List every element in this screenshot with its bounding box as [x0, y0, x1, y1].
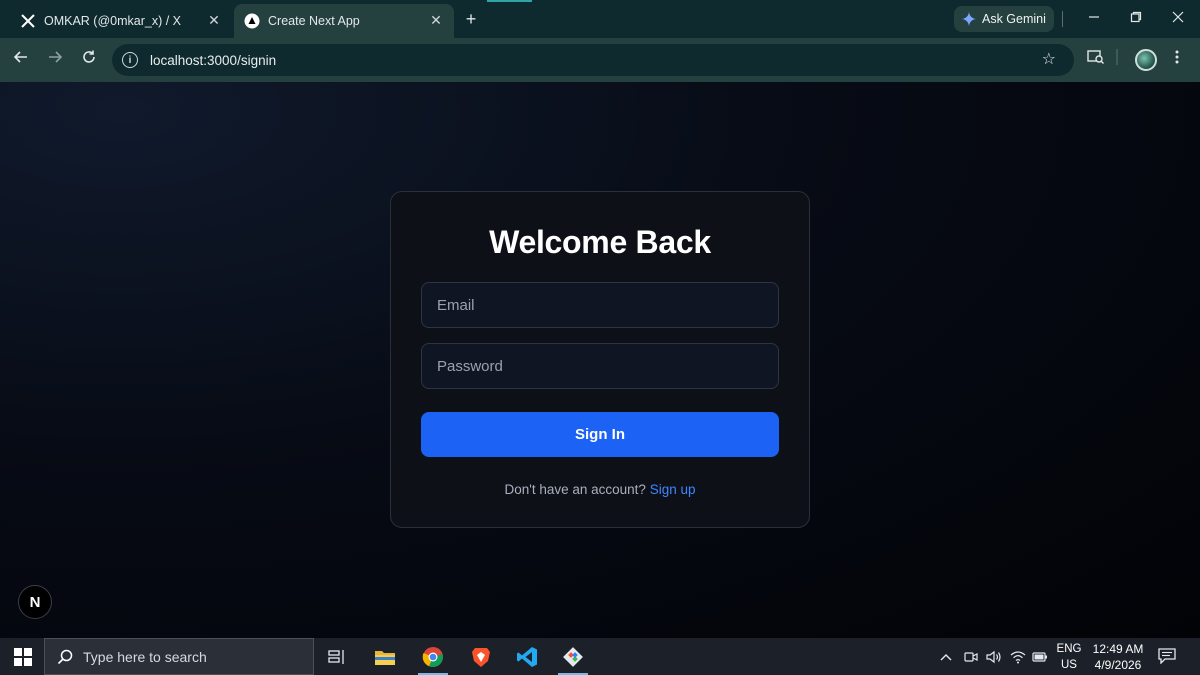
divider — [1115, 49, 1119, 71]
email-field[interactable] — [421, 282, 779, 328]
file-explorer-icon[interactable] — [366, 642, 404, 672]
vscode-icon[interactable] — [508, 642, 546, 672]
close-window-icon[interactable] — [1166, 8, 1190, 30]
tab-omkar-x[interactable]: OMKAR (@0mkar_x) / X ✕ — [10, 4, 232, 38]
keyboard-region: US — [1061, 659, 1077, 671]
meet-now-icon[interactable] — [964, 638, 982, 675]
back-arrow-icon[interactable] — [10, 49, 32, 71]
system-clock[interactable]: 12:49 AM 4/9/2026 — [1088, 641, 1148, 673]
browser-toolbar: i ☆ — [0, 38, 1200, 82]
close-icon[interactable]: ✕ — [428, 12, 444, 28]
sign-up-link[interactable]: Sign up — [650, 482, 696, 497]
tab-create-next-app[interactable]: Create Next App ✕ — [234, 4, 454, 38]
site-info-icon[interactable]: i — [122, 52, 138, 68]
close-icon[interactable]: ✕ — [206, 12, 222, 28]
page-title: Welcome Back — [489, 224, 711, 260]
signup-prompt: Don't have an account? Sign up — [391, 482, 809, 497]
search-icon — [57, 649, 73, 665]
minimize-icon[interactable] — [1082, 8, 1106, 30]
forward-arrow-icon[interactable] — [44, 49, 66, 71]
tab-title: Create Next App — [268, 14, 360, 28]
page-viewport: Welcome Back Sign In Don't have an accou… — [0, 82, 1200, 638]
url-input[interactable] — [150, 52, 950, 68]
language-code: ENG — [1056, 643, 1082, 655]
ask-gemini-label: Ask Gemini — [982, 12, 1046, 26]
clock-time: 12:49 AM — [1092, 642, 1144, 656]
language-indicator[interactable]: ENG US — [1054, 641, 1084, 673]
show-hidden-icons-chevron-up-icon[interactable] — [940, 638, 960, 675]
search-tabs-icon[interactable] — [1085, 49, 1107, 71]
chrome-icon[interactable] — [414, 642, 452, 675]
browser-tab-strip: OMKAR (@0mkar_x) / X ✕ Create Next App ✕… — [0, 0, 1200, 38]
nextjs-dev-badge[interactable]: N — [18, 585, 52, 619]
bookmark-star-icon[interactable]: ☆ — [1042, 51, 1056, 69]
profile-avatar[interactable] — [1135, 49, 1157, 71]
clock-date: 4/9/2026 — [1094, 658, 1142, 672]
reload-icon[interactable] — [78, 49, 100, 71]
sign-in-button[interactable]: Sign In — [421, 412, 779, 457]
git-client-icon[interactable] — [554, 642, 592, 675]
volume-icon[interactable] — [986, 638, 1004, 675]
battery-icon[interactable] — [1032, 638, 1050, 675]
brave-icon[interactable] — [462, 642, 500, 672]
taskbar-search[interactable] — [44, 638, 314, 675]
notification-icon[interactable] — [1158, 648, 1176, 665]
wifi-icon[interactable] — [1010, 638, 1028, 675]
nextjs-triangle-icon — [244, 13, 260, 29]
new-tab-button[interactable]: + — [460, 8, 482, 30]
password-field[interactable] — [421, 343, 779, 389]
taskbar-search-input[interactable] — [83, 648, 303, 665]
address-bar[interactable]: i ☆ — [112, 44, 1074, 76]
windows-taskbar: ENG US 12:49 AM 4/9/2026 — [0, 638, 1200, 675]
divider — [1062, 11, 1063, 27]
windows-start-icon[interactable] — [14, 648, 32, 666]
signin-card: Welcome Back Sign In Don't have an accou… — [390, 191, 810, 528]
x-logo-icon — [20, 13, 36, 29]
restore-icon[interactable] — [1124, 8, 1148, 30]
gemini-sparkle-icon — [962, 12, 976, 26]
signup-prompt-text: Don't have an account? — [504, 482, 646, 497]
task-view-icon[interactable] — [318, 642, 356, 672]
ask-gemini-button[interactable]: Ask Gemini — [954, 6, 1054, 32]
tab-title: OMKAR (@0mkar_x) / X — [44, 14, 182, 28]
menu-dots-icon[interactable] — [1166, 49, 1188, 71]
